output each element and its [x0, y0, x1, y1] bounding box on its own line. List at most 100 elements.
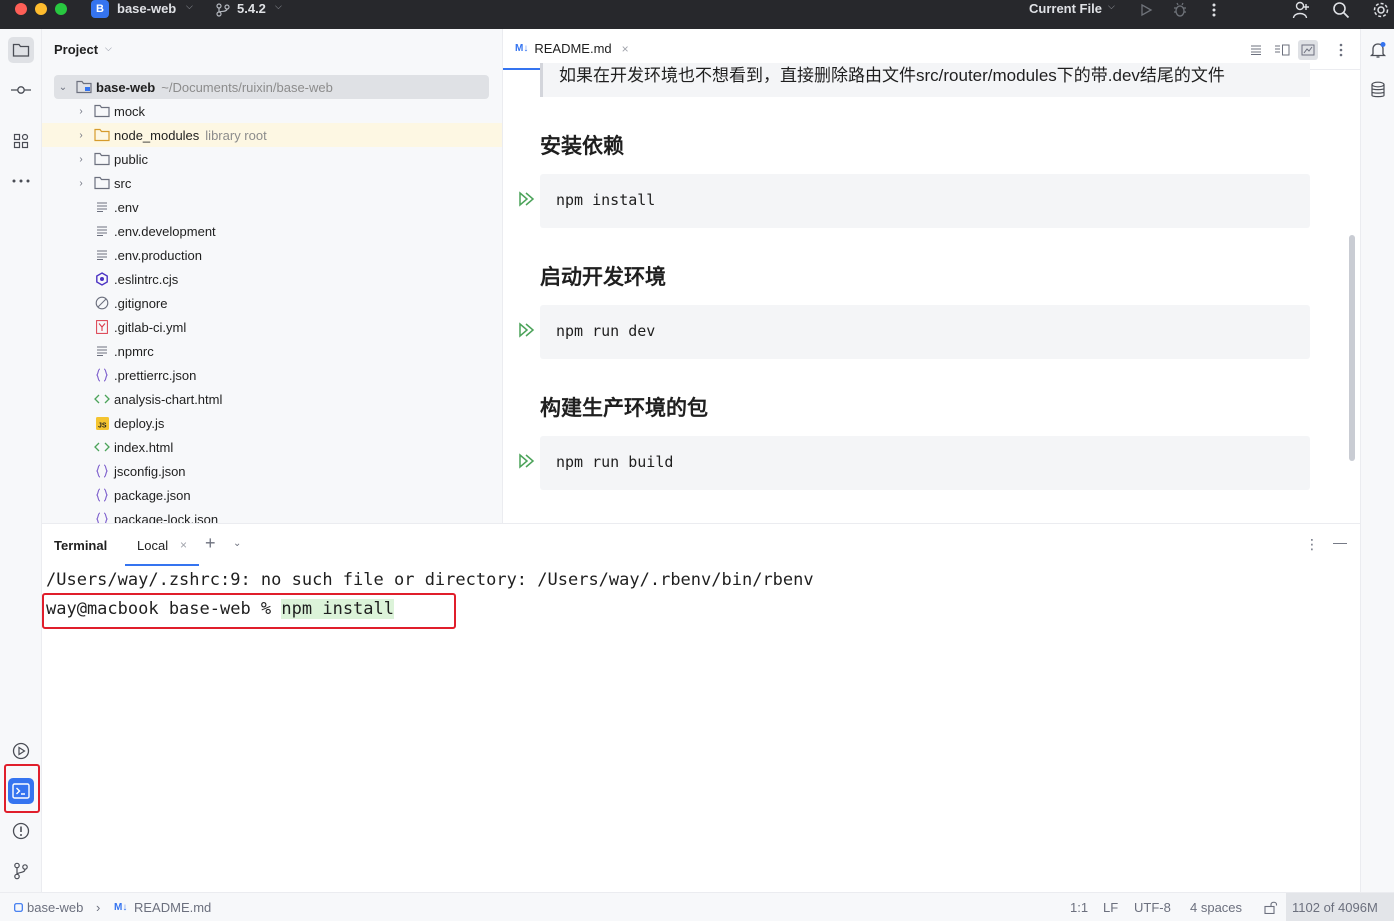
- highlight-box: [42, 593, 456, 629]
- tree-item[interactable]: .gitlab-ci.yml: [42, 315, 502, 339]
- tree-item-name: index.html: [114, 439, 174, 455]
- json-file-icon: [94, 511, 110, 523]
- project-badge[interactable]: B: [91, 0, 109, 18]
- editor-tab-label: README.md: [534, 41, 612, 56]
- highlight-box: [4, 764, 40, 813]
- text-file-icon: [94, 247, 110, 263]
- tree-item[interactable]: › node_modules library root: [42, 123, 502, 147]
- add-user-icon[interactable]: [1291, 0, 1311, 20]
- run-snippet-icon[interactable]: [518, 191, 536, 207]
- indent-setting[interactable]: 4 spaces: [1190, 900, 1242, 915]
- breadcrumb-project[interactable]: base-web: [27, 900, 83, 915]
- chevron-right-icon[interactable]: ›: [74, 130, 88, 141]
- markdown-icon: M↓: [515, 43, 529, 54]
- close-icon[interactable]: ×: [622, 42, 629, 56]
- project-panel: Project ⌵ ⌄ base-web ~/Documents/ruixin/…: [42, 29, 503, 523]
- json-file-icon: [94, 367, 110, 383]
- settings-gear-icon[interactable]: [1371, 0, 1391, 20]
- more-vertical-icon[interactable]: [1331, 40, 1351, 60]
- module-icon: [14, 900, 23, 915]
- right-tool-strip: [1360, 29, 1394, 892]
- run-icon[interactable]: [1136, 0, 1156, 20]
- breadcrumb-file[interactable]: README.md: [134, 900, 211, 915]
- git-tool-button[interactable]: [8, 858, 34, 884]
- project-tree: ⌄ base-web ~/Documents/ruixin/base-web ›…: [42, 75, 502, 524]
- run-config-selector[interactable]: Current File: [1029, 1, 1102, 16]
- more-tools-icon[interactable]: [8, 168, 34, 194]
- tree-item[interactable]: › mock: [42, 99, 502, 123]
- window-close-button[interactable]: [15, 3, 27, 15]
- tree-item[interactable]: .env.development: [42, 219, 502, 243]
- tree-item[interactable]: .prettierrc.json: [42, 363, 502, 387]
- project-panel-title[interactable]: Project: [54, 42, 98, 57]
- tree-item[interactable]: index.html: [42, 435, 502, 459]
- tree-item[interactable]: .eslintrc.cjs: [42, 267, 502, 291]
- notifications-bell-icon[interactable]: [1365, 37, 1391, 63]
- line-ending[interactable]: LF: [1103, 900, 1118, 915]
- chevron-down-icon[interactable]: ⌄: [56, 82, 70, 93]
- tree-item-name: analysis-chart.html: [114, 391, 223, 407]
- tree-item-name: .env.production: [114, 247, 202, 263]
- split-view-icon[interactable]: [1272, 40, 1292, 60]
- new-terminal-plus-icon[interactable]: +: [205, 533, 216, 554]
- chevron-right-icon[interactable]: ›: [74, 106, 88, 117]
- tree-item-name: package-lock.json: [114, 511, 219, 524]
- json-file-icon: [94, 487, 110, 503]
- file-encoding[interactable]: UTF-8: [1134, 900, 1171, 915]
- tree-item[interactable]: package-lock.json: [42, 507, 502, 524]
- database-icon[interactable]: [1365, 77, 1391, 103]
- project-switcher[interactable]: base-web: [117, 1, 176, 16]
- chevron-down-icon[interactable]: ⌄: [233, 538, 241, 549]
- tree-item[interactable]: .env.production: [42, 243, 502, 267]
- window-zoom-button[interactable]: [55, 3, 67, 15]
- terminal-tab-label: Local: [137, 538, 169, 553]
- window-minimize-button[interactable]: [35, 3, 47, 15]
- chevron-right-icon[interactable]: ›: [74, 154, 88, 165]
- search-icon[interactable]: [1331, 0, 1351, 20]
- chevron-right-icon[interactable]: ›: [74, 178, 88, 189]
- debug-icon[interactable]: [1170, 0, 1190, 20]
- tree-item[interactable]: analysis-chart.html: [42, 387, 502, 411]
- editor-scrollbar[interactable]: [1349, 235, 1355, 461]
- structure-tool-button[interactable]: [8, 128, 34, 154]
- more-vertical-icon[interactable]: ⋮: [1305, 536, 1319, 553]
- tree-item[interactable]: .gitignore: [42, 291, 502, 315]
- html-file-icon: [94, 391, 110, 407]
- tree-item[interactable]: › src: [42, 171, 502, 195]
- tree-item[interactable]: package.json: [42, 483, 502, 507]
- problems-tool-button[interactable]: [8, 818, 34, 844]
- tree-item-name: .npmrc: [114, 343, 154, 359]
- yaml-file-icon: [94, 319, 110, 335]
- tree-item[interactable]: .env: [42, 195, 502, 219]
- terminal-tab-local[interactable]: Local ×: [125, 524, 199, 566]
- markdown-code-block: npm install: [540, 174, 1310, 228]
- minimize-icon[interactable]: —: [1333, 534, 1347, 550]
- project-tool-button[interactable]: [8, 37, 34, 63]
- chevron-right-icon: ›: [96, 900, 101, 915]
- html-file-icon: [94, 439, 110, 455]
- tree-item[interactable]: jsconfig.json: [42, 459, 502, 483]
- unlock-icon[interactable]: [1264, 901, 1278, 917]
- tree-item-name: jsconfig.json: [114, 463, 186, 479]
- markdown-blockquote: 如果在开发环境也不想看到，直接删除路由文件src/router/modules下…: [540, 63, 1310, 97]
- run-snippet-icon[interactable]: [518, 453, 536, 469]
- run-tool-button[interactable]: [8, 738, 34, 764]
- editor-only-view-icon[interactable]: [1246, 40, 1266, 60]
- run-snippet-icon[interactable]: [518, 322, 536, 338]
- more-vertical-icon[interactable]: [1204, 0, 1224, 20]
- tree-root[interactable]: ⌄ base-web ~/Documents/ruixin/base-web: [54, 75, 489, 99]
- chevron-down-icon[interactable]: ⌵: [105, 43, 112, 54]
- commit-tool-button[interactable]: [8, 77, 34, 103]
- tree-item[interactable]: .npmrc: [42, 339, 502, 363]
- preview-only-view-icon[interactable]: [1298, 40, 1318, 60]
- caret-position[interactable]: 1:1: [1070, 900, 1088, 915]
- library-folder-icon: [94, 127, 110, 143]
- tree-item-name: .prettierrc.json: [114, 367, 197, 383]
- terminal-header: Terminal Local × + ⌄ ⋮ —: [42, 524, 1360, 566]
- folder-icon: [94, 103, 110, 119]
- tree-item[interactable]: JS deploy.js: [42, 411, 502, 435]
- memory-indicator[interactable]: 1102 of 4096M: [1286, 893, 1394, 921]
- close-icon[interactable]: ×: [180, 538, 187, 552]
- branch-switcher[interactable]: 5.4.2: [237, 1, 266, 16]
- tree-item[interactable]: › public: [42, 147, 502, 171]
